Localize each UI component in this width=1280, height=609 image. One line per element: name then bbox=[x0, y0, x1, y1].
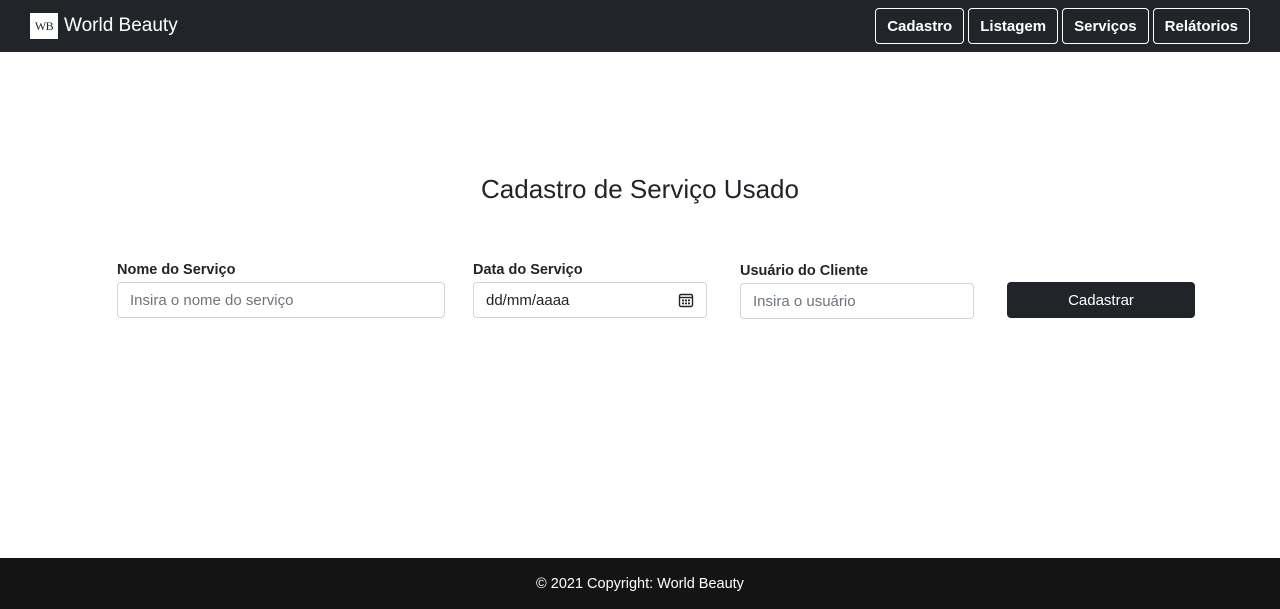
nav-buttons: Cadastro Listagem Serviços Relátorios bbox=[875, 8, 1250, 44]
client-user-group: Usuário do Cliente bbox=[740, 263, 974, 319]
brand-logo: WB bbox=[30, 13, 58, 39]
service-date-group: Data do Serviço dd/mm/aaaa bbox=[473, 262, 707, 318]
footer: © 2021 Copyright: World Beauty bbox=[0, 558, 1280, 609]
brand-name: World Beauty bbox=[64, 15, 178, 36]
nav-button-listagem[interactable]: Listagem bbox=[968, 8, 1059, 44]
service-date-input[interactable]: dd/mm/aaaa bbox=[473, 282, 707, 318]
page-title: Cadastro de Serviço Usado bbox=[481, 174, 799, 204]
calendar-icon[interactable] bbox=[678, 292, 694, 308]
footer-copyright: © 2021 Copyright: World Beauty bbox=[536, 575, 744, 592]
service-name-group: Nome do Serviço bbox=[117, 262, 445, 318]
submit-button[interactable]: Cadastrar bbox=[1007, 282, 1195, 318]
nav-button-cadastro[interactable]: Cadastro bbox=[875, 8, 965, 44]
client-user-label: Usuário do Cliente bbox=[740, 263, 869, 279]
service-date-placeholder: dd/mm/aaaa bbox=[486, 291, 570, 309]
brand-link[interactable]: WB World Beauty bbox=[30, 13, 178, 39]
nav-button-relatorios[interactable]: Relátorios bbox=[1152, 8, 1250, 44]
top-navbar: WB World Beauty Cadastro Listagem Serviç… bbox=[0, 0, 1280, 52]
service-name-label: Nome do Serviço bbox=[117, 262, 236, 278]
service-name-input[interactable] bbox=[117, 282, 445, 318]
nav-button-servicos[interactable]: Serviços bbox=[1062, 8, 1149, 44]
service-date-label: Data do Serviço bbox=[473, 262, 583, 278]
client-user-input[interactable] bbox=[740, 283, 974, 319]
